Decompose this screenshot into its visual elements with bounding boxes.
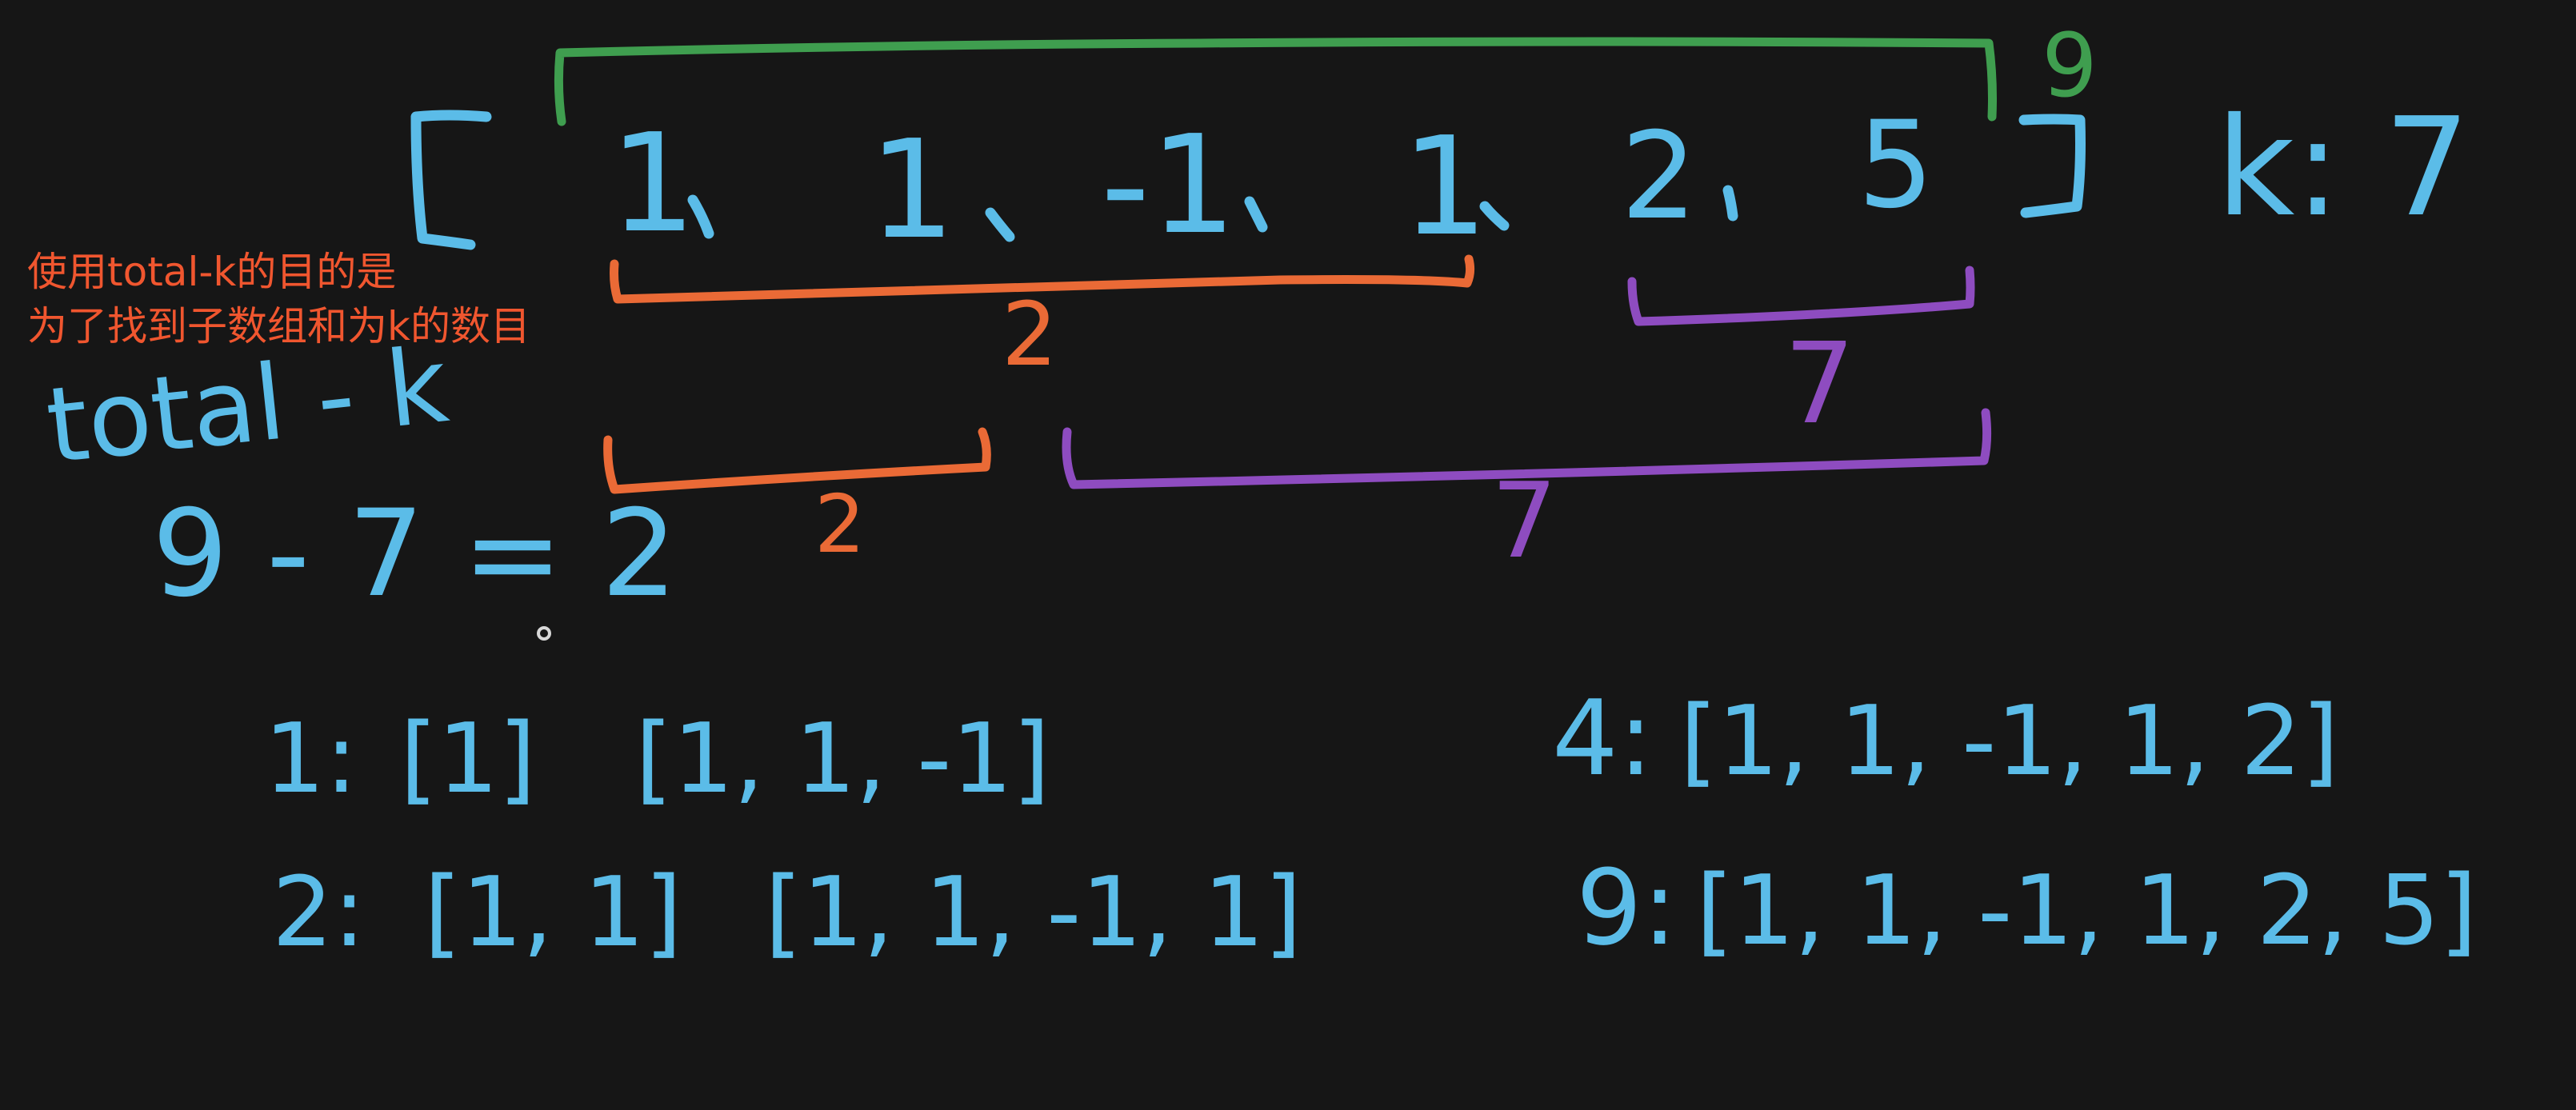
prefix-map-left: 1: [1] [1, 1, -1] 2: [1, 1] [1, 1, -1, 1… (264, 704, 1302, 968)
subarray-k-brace-top (1627, 266, 1975, 326)
array-close-bracket (2018, 114, 2086, 218)
comma-2 (985, 207, 1015, 242)
total-sum-label: 9 (2042, 14, 2098, 117)
prefix-key-2: 2: (272, 857, 366, 968)
total-sum-brace (554, 37, 1997, 126)
drawing-layer: 9 1 1 -1 1 2 5 k: 7 2 7 2 7 total - k 9 … (41, 14, 2477, 968)
array-open-bracket (410, 110, 492, 250)
prefix-array-1b: [1, 1, -1] (635, 704, 1050, 815)
formula-equation: 9 - 7 = 2 (152, 485, 678, 624)
array-element-2: 1 (869, 111, 955, 270)
explanation-note: 使用total-k的目的是 为了找到子数组和为k的数目 (27, 245, 530, 353)
array-elements: 1 1 -1 1 2 5 (610, 96, 1934, 270)
pointer-dot (537, 626, 551, 641)
comma-5 (1722, 185, 1738, 222)
prefix-2-sum-bottom: 2 (814, 477, 866, 571)
prefix-array-4: [1, 1, -1, 1, 2] (1680, 686, 2339, 797)
array-element-3: -1 (1101, 106, 1237, 265)
prefix-array-9: [1, 1, -1, 1, 2, 5] (1696, 856, 2477, 967)
whiteboard-canvas: 9 1 1 -1 1 2 5 k: 7 2 7 2 7 total - k 9 … (0, 0, 2576, 1110)
prefix-2-sum-top: 2 (1002, 283, 1058, 385)
prefix-key-4: 4: (1552, 677, 1654, 799)
array-element-5: 2 (1621, 107, 1697, 246)
explanation-line-2: 为了找到子数组和为k的数目 (27, 303, 530, 349)
prefix-key-9: 9: (1576, 847, 1678, 968)
prefix-key-1: 1: (264, 704, 358, 815)
array-element-6: 5 (1858, 96, 1934, 235)
prefix-array-2b: [1, 1, -1, 1] (765, 857, 1302, 968)
prefix-array-2a: [1, 1] (424, 857, 682, 968)
array-element-1: 1 (610, 105, 696, 263)
prefix-map-right: 4: [1, 1, -1, 1, 2] 9: [1, 1, -1, 1, 2, … (1552, 677, 2477, 968)
k-value-label: k: 7 (2216, 89, 2470, 247)
prefix-array-1a: [1] (400, 704, 536, 815)
subarray-k-sum-top: 7 (1784, 319, 1855, 449)
explanation-line-1: 使用total-k的目的是 (27, 249, 397, 295)
subarray-k-sum-bottom: 7 (1491, 460, 1558, 581)
comma-3 (1244, 196, 1268, 233)
array-element-4: 1 (1402, 108, 1488, 266)
prefix-2-brace-bottom (603, 427, 991, 494)
